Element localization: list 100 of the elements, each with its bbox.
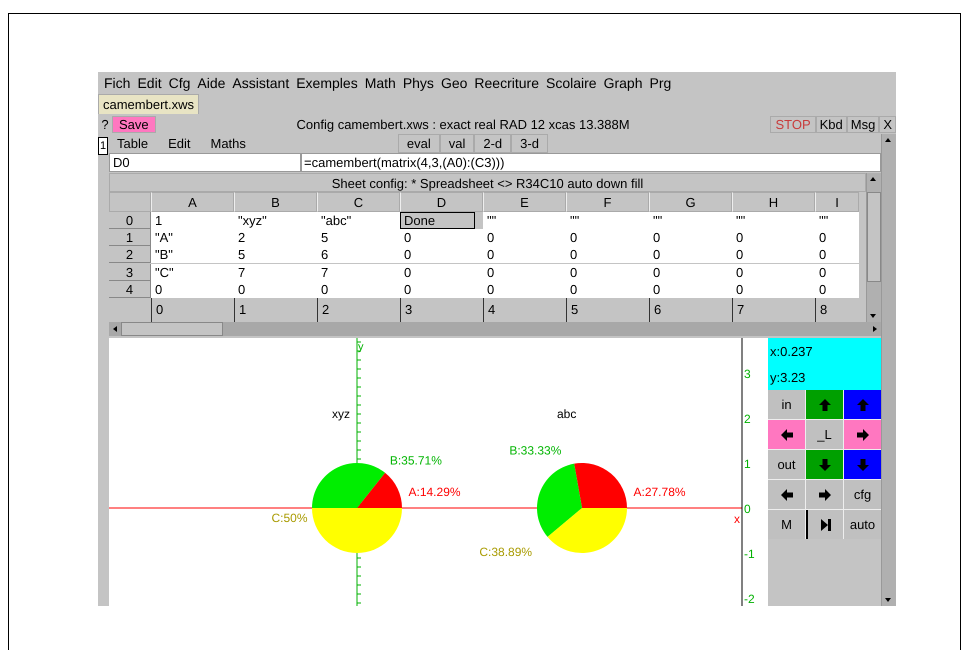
table-cell[interactable]: 0 <box>815 280 859 298</box>
control-button[interactable]: M <box>768 510 805 539</box>
arrow-button[interactable] <box>806 450 843 479</box>
column-header[interactable]: C <box>317 192 400 212</box>
scrollbar-thumb[interactable] <box>121 322 223 336</box>
control-button[interactable]: cfg <box>844 480 881 509</box>
menu-item[interactable]: Reecriture <box>474 74 539 90</box>
table-cell[interactable]: 0 <box>566 229 649 246</box>
toolbar-button[interactable]: Msg <box>846 116 880 133</box>
table-cell[interactable]: 0 <box>566 264 649 281</box>
column-header[interactable]: D <box>400 192 483 212</box>
menu-item[interactable]: Prg <box>650 74 672 90</box>
table-cell[interactable]: 0 <box>400 264 483 281</box>
table-cell[interactable]: Done <box>400 212 475 230</box>
control-button[interactable]: out <box>768 450 805 479</box>
arrow-right-icon <box>818 488 832 502</box>
control-button[interactable]: _L <box>806 420 843 449</box>
table-cell[interactable]: 1 <box>151 212 234 230</box>
arrow-button[interactable] <box>806 480 843 509</box>
table-cell[interactable]: 0 <box>649 280 732 298</box>
toolbar-button[interactable]: X <box>879 116 896 133</box>
menu-item[interactable]: Edit <box>168 136 190 151</box>
table-cell[interactable]: 0 <box>400 280 483 298</box>
menu-item[interactable]: Edit <box>137 74 162 90</box>
table-cell[interactable]: "xyz" <box>234 212 317 230</box>
table-cell[interactable]: 0 <box>732 229 815 246</box>
table-cell[interactable]: 5 <box>234 246 317 264</box>
menu-item[interactable]: Fich <box>104 74 130 90</box>
table-cell[interactable]: "" <box>566 212 649 230</box>
menu-item[interactable]: Scolaire <box>546 74 597 90</box>
table-cell[interactable]: 0 <box>815 229 859 246</box>
table-cell[interactable]: "" <box>483 212 566 230</box>
menu-item[interactable]: Table <box>117 136 148 151</box>
table-cell[interactable]: 0 <box>483 264 566 281</box>
table-cell[interactable]: "A" <box>151 229 234 246</box>
scrollbar-thumb[interactable] <box>867 192 881 282</box>
column-header[interactable]: B <box>234 192 317 212</box>
control-button[interactable]: auto <box>844 510 881 539</box>
file-tab[interactable]: camembert.xws <box>98 94 200 114</box>
table-cell[interactable]: 0 <box>566 246 649 264</box>
table-cell[interactable]: 7 <box>234 264 317 281</box>
menu-item[interactable]: Exemples <box>296 74 358 90</box>
table-cell[interactable]: 7 <box>317 264 400 281</box>
column-header[interactable]: I <box>815 192 859 212</box>
table-cell[interactable]: 0 <box>649 264 732 281</box>
column-header[interactable]: F <box>566 192 649 212</box>
table-cell[interactable]: 0 <box>483 229 566 246</box>
table-cell[interactable]: 0 <box>400 229 483 246</box>
table-cell[interactable]: 0 <box>400 246 483 264</box>
arrow-button[interactable] <box>844 420 881 449</box>
table-cell[interactable]: 5 <box>317 229 400 246</box>
cell-reference-field[interactable]: D0 <box>109 153 301 172</box>
step-button[interactable] <box>806 510 843 539</box>
table-cell[interactable]: "abc" <box>317 212 400 230</box>
control-button[interactable]: in <box>768 390 805 419</box>
table-cell[interactable]: 0 <box>317 280 400 298</box>
table-cell[interactable]: 0 <box>566 280 649 298</box>
table-cell[interactable]: 0 <box>151 280 234 298</box>
level-number[interactable]: 1 <box>98 137 108 155</box>
menu-item[interactable]: Math <box>364 74 396 90</box>
sheet-button[interactable]: val <box>440 134 474 153</box>
table-cell[interactable]: 0 <box>732 280 815 298</box>
table-cell[interactable]: 0 <box>483 246 566 264</box>
table-cell[interactable]: 0 <box>649 229 732 246</box>
table-cell[interactable]: 0 <box>815 246 859 264</box>
formula-field[interactable]: =camembert(matrix(4,3,(A0):(C3))) <box>301 153 881 172</box>
arrow-button[interactable] <box>768 480 805 509</box>
table-cell[interactable]: 0 <box>483 280 566 298</box>
table-cell[interactable]: 0 <box>732 246 815 264</box>
column-header[interactable]: E <box>483 192 566 212</box>
menu-item[interactable]: Graph <box>604 74 643 90</box>
arrow-button[interactable] <box>806 390 843 419</box>
arrow-up-icon <box>856 398 870 412</box>
menu-item[interactable]: Maths <box>210 136 246 151</box>
table-cell[interactable]: 6 <box>317 246 400 264</box>
save-button[interactable]: Save <box>112 116 156 133</box>
menu-item[interactable]: Cfg <box>168 74 190 90</box>
sheet-button[interactable]: eval <box>398 134 440 153</box>
menu-item[interactable]: Assistant <box>232 74 290 90</box>
menu-item[interactable]: Geo <box>440 74 468 90</box>
table-cell[interactable]: "B" <box>151 246 234 264</box>
column-header[interactable]: H <box>732 192 815 212</box>
table-cell[interactable]: "C" <box>151 264 234 281</box>
toolbar-button[interactable]: Kbd <box>816 116 847 133</box>
menu-item[interactable]: Phys <box>402 74 434 90</box>
table-cell[interactable]: 2 <box>234 229 317 246</box>
help-button[interactable]: ? <box>98 117 112 132</box>
sheet-button[interactable]: 2-d <box>474 134 512 153</box>
sheet-button[interactable]: 3-d <box>511 134 548 153</box>
column-header[interactable]: A <box>151 192 234 212</box>
table-cell[interactable]: 0 <box>234 280 317 298</box>
arrow-button[interactable] <box>768 420 805 449</box>
table-cell[interactable]: 0 <box>815 264 859 281</box>
table-cell[interactable]: "" <box>732 212 815 230</box>
table-cell[interactable]: 0 <box>649 246 732 264</box>
table-cell[interactable]: "" <box>649 212 732 230</box>
menu-item[interactable]: Aide <box>197 74 226 90</box>
table-cell[interactable]: "" <box>815 212 859 230</box>
column-header[interactable]: G <box>649 192 732 212</box>
table-cell[interactable]: 0 <box>732 264 815 281</box>
